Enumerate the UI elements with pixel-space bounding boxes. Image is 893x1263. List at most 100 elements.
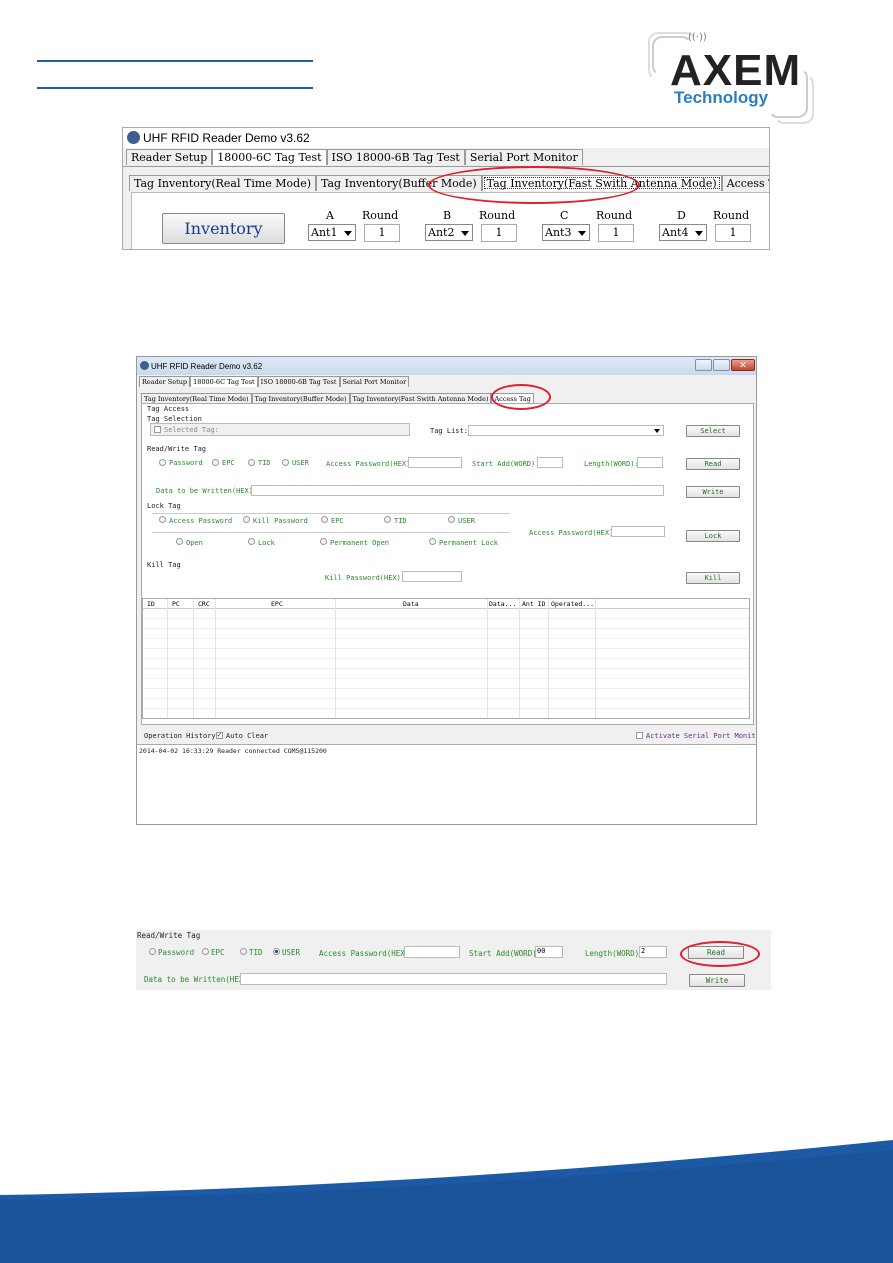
lock-type-label: Permanent Open xyxy=(330,539,390,547)
round-input[interactable]: 1 xyxy=(481,224,517,242)
antenna-label: D xyxy=(677,209,686,222)
selected-tag-checkbox[interactable] xyxy=(154,426,161,433)
column-header[interactable]: ID xyxy=(147,600,155,608)
bank-radio-tid[interactable] xyxy=(248,459,255,466)
length-input[interactable] xyxy=(637,457,663,468)
lock-area-radio[interactable] xyxy=(384,516,391,523)
write-button[interactable]: Write xyxy=(689,974,745,987)
antenna-select[interactable]: Ant4 xyxy=(659,224,707,241)
tab-iso-18000-6b[interactable]: ISO 18000-6B Tag Test xyxy=(326,149,465,165)
kill-password-input[interactable] xyxy=(402,571,462,582)
data-to-write-input[interactable] xyxy=(251,485,664,496)
table-row xyxy=(143,689,749,699)
screenshot-access-tag: UHF RFID Reader Demo v3.62 ✕ Reader Setu… xyxy=(136,356,757,825)
antenna-select[interactable]: Ant1 xyxy=(308,224,356,241)
column-header[interactable]: Ant ID xyxy=(522,600,545,608)
tab-reader-setup[interactable]: Reader Setup xyxy=(126,149,213,165)
column-header[interactable]: Data xyxy=(403,600,419,608)
activate-monitor-checkbox[interactable] xyxy=(636,732,643,739)
tab-serial-port-monitor[interactable]: Serial Port Monitor xyxy=(339,376,410,387)
chevron-down-icon xyxy=(344,231,352,236)
tab-divider xyxy=(123,166,769,167)
lock-button[interactable]: Lock xyxy=(686,530,740,542)
antenna-label: C xyxy=(560,209,569,222)
column-divider xyxy=(595,599,596,718)
tag-list-select[interactable] xyxy=(468,425,664,436)
column-header[interactable]: Data... xyxy=(489,600,516,608)
lock-type-label: Permanent Lock xyxy=(439,539,499,547)
start-add-input[interactable] xyxy=(537,457,563,468)
select-button[interactable]: Select xyxy=(686,425,740,437)
kill-button[interactable]: Kill xyxy=(686,572,740,584)
length-input[interactable]: 2 xyxy=(639,946,667,958)
chevron-down-icon xyxy=(578,231,586,236)
start-add-input[interactable]: 00 xyxy=(535,946,563,958)
lock-area-radio[interactable] xyxy=(321,516,328,523)
round-input[interactable]: 1 xyxy=(715,224,751,242)
lock-area-radio[interactable] xyxy=(243,516,250,523)
antenna-label: A xyxy=(326,209,334,222)
minimize-button[interactable] xyxy=(695,359,712,371)
tab-iso-18000-6b[interactable]: ISO 18000-6B Tag Test xyxy=(257,376,340,387)
tab-18000-6c[interactable]: 18000-6C Tag Test xyxy=(212,149,327,165)
data-to-write-input[interactable] xyxy=(240,973,667,985)
tab-reader-setup[interactable]: Reader Setup xyxy=(139,376,191,387)
inventory-button[interactable]: Inventory xyxy=(162,213,285,244)
data-to-write-label: Data to be Written(HEX) xyxy=(156,487,253,495)
activate-monitor-label: Activate Serial Port Monitor xyxy=(646,732,757,740)
column-header[interactable]: EPC xyxy=(271,600,283,608)
access-password-input[interactable] xyxy=(404,946,460,958)
antenna-label: B xyxy=(443,209,452,222)
bank-radio-user[interactable] xyxy=(273,948,280,955)
lock-area-label: EPC xyxy=(331,517,344,525)
antenna-select[interactable]: Ant3 xyxy=(542,224,590,241)
bank-radio-epc[interactable] xyxy=(212,459,219,466)
lock-area-radio[interactable] xyxy=(448,516,455,523)
maximize-button[interactable] xyxy=(713,359,730,371)
bank-radio-tid[interactable] xyxy=(240,948,247,955)
column-divider xyxy=(335,599,336,718)
window-titlebar: UHF RFID Reader Demo v3.62 ✕ xyxy=(137,357,756,375)
lock-area-label: USER xyxy=(458,517,475,525)
round-label: Round xyxy=(596,209,633,222)
lock-area-radio[interactable] xyxy=(159,516,166,523)
antenna-select[interactable]: Ant2 xyxy=(425,224,473,241)
table-row xyxy=(143,619,749,629)
header-rule-bottom xyxy=(37,87,313,89)
bank-radio-user[interactable] xyxy=(282,459,289,466)
lock-access-password-input[interactable] xyxy=(611,526,665,537)
column-header[interactable]: PC xyxy=(172,600,180,608)
antenna-select-value: Ant1 xyxy=(311,226,338,239)
operation-history-log[interactable]: 2014-04-02 16:33:29 Reader connected COM… xyxy=(137,744,756,824)
round-label: Round xyxy=(479,209,516,222)
subtab-real-time[interactable]: Tag Inventory(Real Time Mode) xyxy=(129,175,317,191)
bank-radio-password[interactable] xyxy=(149,948,156,955)
read-button[interactable]: Read xyxy=(686,458,740,470)
subtab-access-tag[interactable]: Access Tag xyxy=(721,175,769,191)
column-divider xyxy=(487,599,488,718)
start-add-label: Start Add(WORD): xyxy=(469,949,542,958)
access-password-input[interactable] xyxy=(408,457,462,468)
lock-type-radio[interactable] xyxy=(248,538,255,545)
operation-history-label: Operation History: xyxy=(144,732,220,740)
lock-type-radio[interactable] xyxy=(320,538,327,545)
bank-label: TID xyxy=(249,948,263,957)
footer-wave xyxy=(0,1140,893,1263)
lock-type-radio[interactable] xyxy=(429,538,436,545)
column-header[interactable]: Operated... xyxy=(551,600,594,608)
tab-18000-6c[interactable]: 18000-6C Tag Test xyxy=(190,376,258,387)
bank-radio-password[interactable] xyxy=(159,459,166,466)
round-input[interactable]: 1 xyxy=(598,224,634,242)
tab-serial-port-monitor[interactable]: Serial Port Monitor xyxy=(464,149,583,165)
bank-radio-epc[interactable] xyxy=(202,948,209,955)
lock-type-radio[interactable] xyxy=(176,538,183,545)
round-input[interactable]: 1 xyxy=(364,224,400,242)
access-tag-panel: Tag Access Tag Selection Selected Tag: T… xyxy=(141,403,754,725)
screenshot-read-write-tag: Read/Write Tag Password EPC TID USER Acc… xyxy=(136,930,771,990)
close-button[interactable]: ✕ xyxy=(731,359,755,371)
write-button[interactable]: Write xyxy=(686,486,740,498)
lock-type-frame xyxy=(152,532,510,533)
column-header[interactable]: CRC xyxy=(198,600,210,608)
window-title: UHF RFID Reader Demo v3.62 xyxy=(143,131,310,145)
auto-clear-checkbox[interactable] xyxy=(216,730,223,739)
